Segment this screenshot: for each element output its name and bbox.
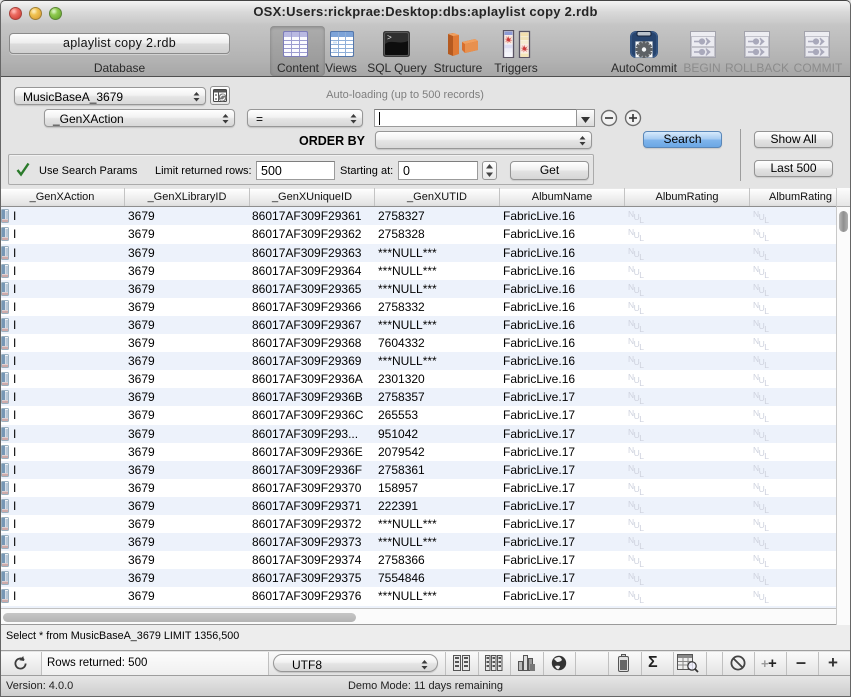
svg-text:>: > (387, 34, 392, 43)
